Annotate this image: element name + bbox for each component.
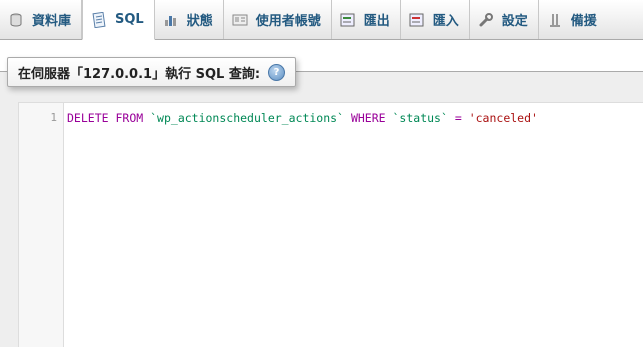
tab-sql[interactable]: SQL xyxy=(82,0,155,40)
tab-label: 備援 xyxy=(570,14,597,29)
tab-label: SQL xyxy=(115,12,144,27)
tab-label: 資料庫 xyxy=(32,14,72,29)
wrench-icon xyxy=(479,12,493,26)
string-literal: 'canceled' xyxy=(468,111,538,125)
tab-export[interactable]: 匯出 xyxy=(332,0,401,39)
column-identifier: `status` xyxy=(392,111,448,125)
tab-database[interactable]: 資料庫 xyxy=(0,0,83,39)
sql-code-line[interactable]: DELETE FROM `wp_actionscheduler_actions`… xyxy=(67,111,538,125)
sql-icon xyxy=(92,11,106,28)
user-accounts-icon xyxy=(232,14,248,25)
line-number-gutter: 1 xyxy=(19,103,64,347)
query-legend: 在伺服器「127.0.0.1」執行 SQL 查詢: ? xyxy=(7,57,297,87)
keyword-delete: DELETE xyxy=(67,111,109,125)
top-tab-bar: 資料庫 SQL 狀態 使用者帳號 匯出 匯入 設定 備援 xyxy=(0,0,643,40)
keyword-where: WHERE xyxy=(350,111,386,125)
keyword-from: FROM xyxy=(115,111,144,125)
status-chart-icon xyxy=(164,15,176,26)
tab-label: 匯入 xyxy=(432,14,459,29)
equals-operator: = xyxy=(454,111,462,125)
tab-user-accounts[interactable]: 使用者帳號 xyxy=(224,0,332,39)
tab-label: 匯出 xyxy=(363,14,390,29)
tab-replication[interactable]: 備援 xyxy=(539,0,607,39)
replication-icon xyxy=(549,13,560,27)
tab-label: 使用者帳號 xyxy=(255,14,321,29)
database-icon xyxy=(10,13,22,27)
help-icon[interactable]: ? xyxy=(268,63,286,81)
import-icon xyxy=(409,13,424,26)
tab-status[interactable]: 狀態 xyxy=(155,0,224,39)
sql-editor[interactable]: 1 DELETE FROM `wp_actionscheduler_action… xyxy=(18,102,643,347)
tab-import[interactable]: 匯入 xyxy=(401,0,470,39)
tab-label: 狀態 xyxy=(186,14,213,29)
tab-settings[interactable]: 設定 xyxy=(470,0,539,39)
tab-label: 設定 xyxy=(501,14,528,29)
table-identifier: `wp_actionscheduler_actions` xyxy=(150,111,344,125)
export-icon xyxy=(340,13,355,26)
query-legend-text: 在伺服器「127.0.0.1」執行 SQL 查詢: xyxy=(18,66,261,82)
line-number: 1 xyxy=(50,111,57,124)
